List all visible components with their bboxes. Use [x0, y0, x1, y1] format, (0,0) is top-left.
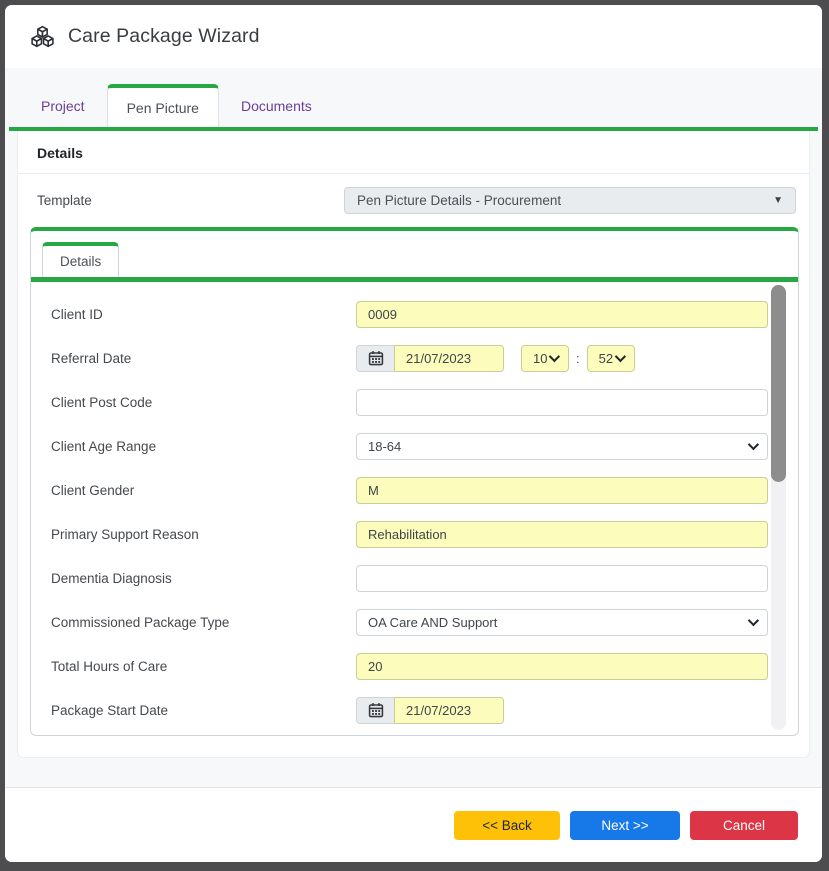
form-row: Client Age Range 18-64 — [51, 424, 798, 468]
text-input[interactable] — [356, 301, 768, 328]
field-label: Client ID — [51, 307, 356, 322]
select-value: 52 — [599, 351, 615, 366]
field-control — [356, 477, 768, 504]
cancel-button[interactable]: Cancel — [690, 811, 798, 840]
select-value: OA Care AND Support — [368, 615, 748, 630]
page-title: Care Package Wizard — [68, 25, 260, 48]
wizard-tabstrip: Project Pen Picture Documents — [5, 68, 822, 127]
field-label: Primary Support Reason — [51, 527, 356, 542]
form-row: Primary Support Reason — [51, 512, 798, 556]
next-button[interactable]: Next >> — [570, 811, 680, 840]
minute-select[interactable]: 52 — [587, 345, 635, 372]
field-label: Referral Date — [51, 351, 356, 366]
field-control — [356, 389, 768, 416]
template-select[interactable]: Pen Picture Details - Procurement ▼ — [344, 187, 796, 214]
chevron-down-icon — [614, 351, 625, 362]
select-value: 18-64 — [368, 439, 748, 454]
field-label: Client Gender — [51, 483, 356, 498]
text-input[interactable] — [356, 653, 768, 680]
form-row: Client Post Code — [51, 380, 798, 424]
form-scroll-area: Client ID Referral Date 10: 52 Client Post C… — [31, 282, 798, 735]
chevron-down-icon — [748, 439, 759, 450]
template-label: Template — [37, 193, 344, 208]
select-value: 10 — [533, 351, 549, 366]
caret-down-icon: ▼ — [773, 196, 783, 206]
field-label: Total Hours of Care — [51, 659, 356, 674]
date-group: 10: 52 — [356, 345, 635, 372]
field-label: Package Start Date — [51, 703, 356, 718]
form-row: Client Gender — [51, 468, 798, 512]
field-control — [356, 565, 768, 592]
pen-picture-panel: Details Client IDReferral Date10:52Clien… — [30, 227, 799, 736]
modal-header: Care Package Wizard — [5, 5, 822, 68]
field-control — [356, 521, 768, 548]
inner-tabstrip: Details — [31, 231, 798, 277]
calendar-icon — [368, 350, 384, 366]
calendar-button[interactable] — [356, 345, 394, 372]
template-row: Template Pen Picture Details - Procureme… — [18, 174, 809, 227]
date-input[interactable] — [394, 697, 504, 724]
select-input[interactable]: OA Care AND Support — [356, 609, 768, 636]
modal-body: Project Pen Picture Documents Details Te… — [5, 68, 822, 787]
inner-tab-details[interactable]: Details — [42, 242, 119, 277]
text-input[interactable] — [356, 565, 768, 592]
back-button[interactable]: << Back — [454, 811, 560, 840]
modal-footer: << Back Next >> Cancel — [5, 787, 822, 862]
text-input[interactable] — [356, 521, 768, 548]
care-package-wizard-modal: Care Package Wizard Project Pen Picture … — [5, 5, 822, 862]
tab-pen-picture[interactable]: Pen Picture — [107, 84, 219, 127]
form-row: Total Hours of Care — [51, 644, 798, 688]
section-header: Details — [18, 131, 809, 174]
field-control — [356, 301, 768, 328]
chevron-down-icon — [549, 351, 560, 362]
hour-select[interactable]: 10 — [521, 345, 569, 372]
scrollbar-track[interactable] — [771, 285, 786, 730]
tab-documents[interactable]: Documents — [219, 84, 334, 127]
form-row: Referral Date 10: 52 — [51, 336, 798, 380]
cubes-icon — [29, 24, 56, 49]
scrollbar-thumb[interactable] — [771, 285, 786, 482]
form-row: Dementia Diagnosis — [51, 556, 798, 600]
field-control — [356, 697, 768, 724]
section-heading: Details — [37, 145, 790, 161]
field-control — [356, 653, 768, 680]
text-input[interactable] — [356, 477, 768, 504]
chevron-down-icon — [748, 615, 759, 626]
form-row: Package Start Date — [51, 688, 798, 732]
date-input[interactable] — [394, 345, 504, 372]
field-control: 10: 52 — [356, 345, 768, 372]
field-control: 18-64 — [356, 433, 768, 460]
tab-project[interactable]: Project — [19, 84, 107, 127]
field-label: Commissioned Package Type — [51, 615, 356, 630]
body-spacer — [5, 758, 822, 787]
form-row: Client ID — [51, 292, 798, 336]
text-input[interactable] — [356, 389, 768, 416]
tab-content-card: Details Template Pen Picture Details - P… — [17, 131, 810, 758]
field-label: Client Post Code — [51, 395, 356, 410]
calendar-button[interactable] — [356, 697, 394, 724]
form-rows: Client ID Referral Date 10: 52 Client Post C… — [51, 292, 798, 732]
template-select-value: Pen Picture Details - Procurement — [357, 193, 773, 208]
time-separator: : — [576, 351, 580, 366]
date-group — [356, 697, 504, 724]
field-label: Client Age Range — [51, 439, 356, 454]
field-control: OA Care AND Support — [356, 609, 768, 636]
form-row: Commissioned Package Type OA Care AND Sup… — [51, 600, 798, 644]
select-input[interactable]: 18-64 — [356, 433, 768, 460]
field-label: Dementia Diagnosis — [51, 571, 356, 586]
calendar-icon — [368, 702, 384, 718]
